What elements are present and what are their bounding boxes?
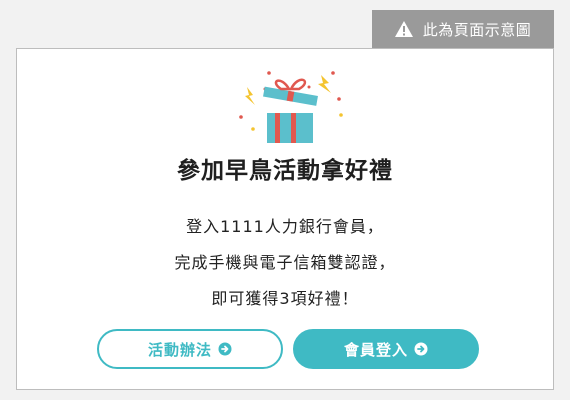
sample-page-notice: 此為頁面示意圖 xyxy=(372,10,554,48)
event-rules-button[interactable]: 活動辦法 xyxy=(97,329,283,369)
promo-popup: 參加早鳥活動拿好禮 登入1111人力銀行會員， 完成手機與電子信箱雙認證， 即可… xyxy=(16,48,554,390)
description-line: 即可獲得3項好禮！ xyxy=(211,289,359,308)
description-line: 登入1111人力銀行會員， xyxy=(186,217,384,236)
member-login-button[interactable]: 會員登入 xyxy=(293,329,479,369)
description-line: 完成手機與電子信箱雙認證， xyxy=(174,253,396,272)
popup-description: 登入1111人力銀行會員， 完成手機與電子信箱雙認證， 即可獲得3項好禮！ xyxy=(17,209,553,317)
gift-box-icon xyxy=(239,71,343,143)
member-login-label: 會員登入 xyxy=(343,340,408,359)
arrow-right-circle-icon xyxy=(218,342,232,356)
notice-label: 此為頁面示意圖 xyxy=(422,20,532,39)
event-rules-label: 活動辦法 xyxy=(147,340,212,359)
arrow-right-circle-icon xyxy=(414,342,428,356)
warning-icon xyxy=(394,21,413,37)
popup-title: 參加早鳥活動拿好禮 xyxy=(177,158,393,184)
